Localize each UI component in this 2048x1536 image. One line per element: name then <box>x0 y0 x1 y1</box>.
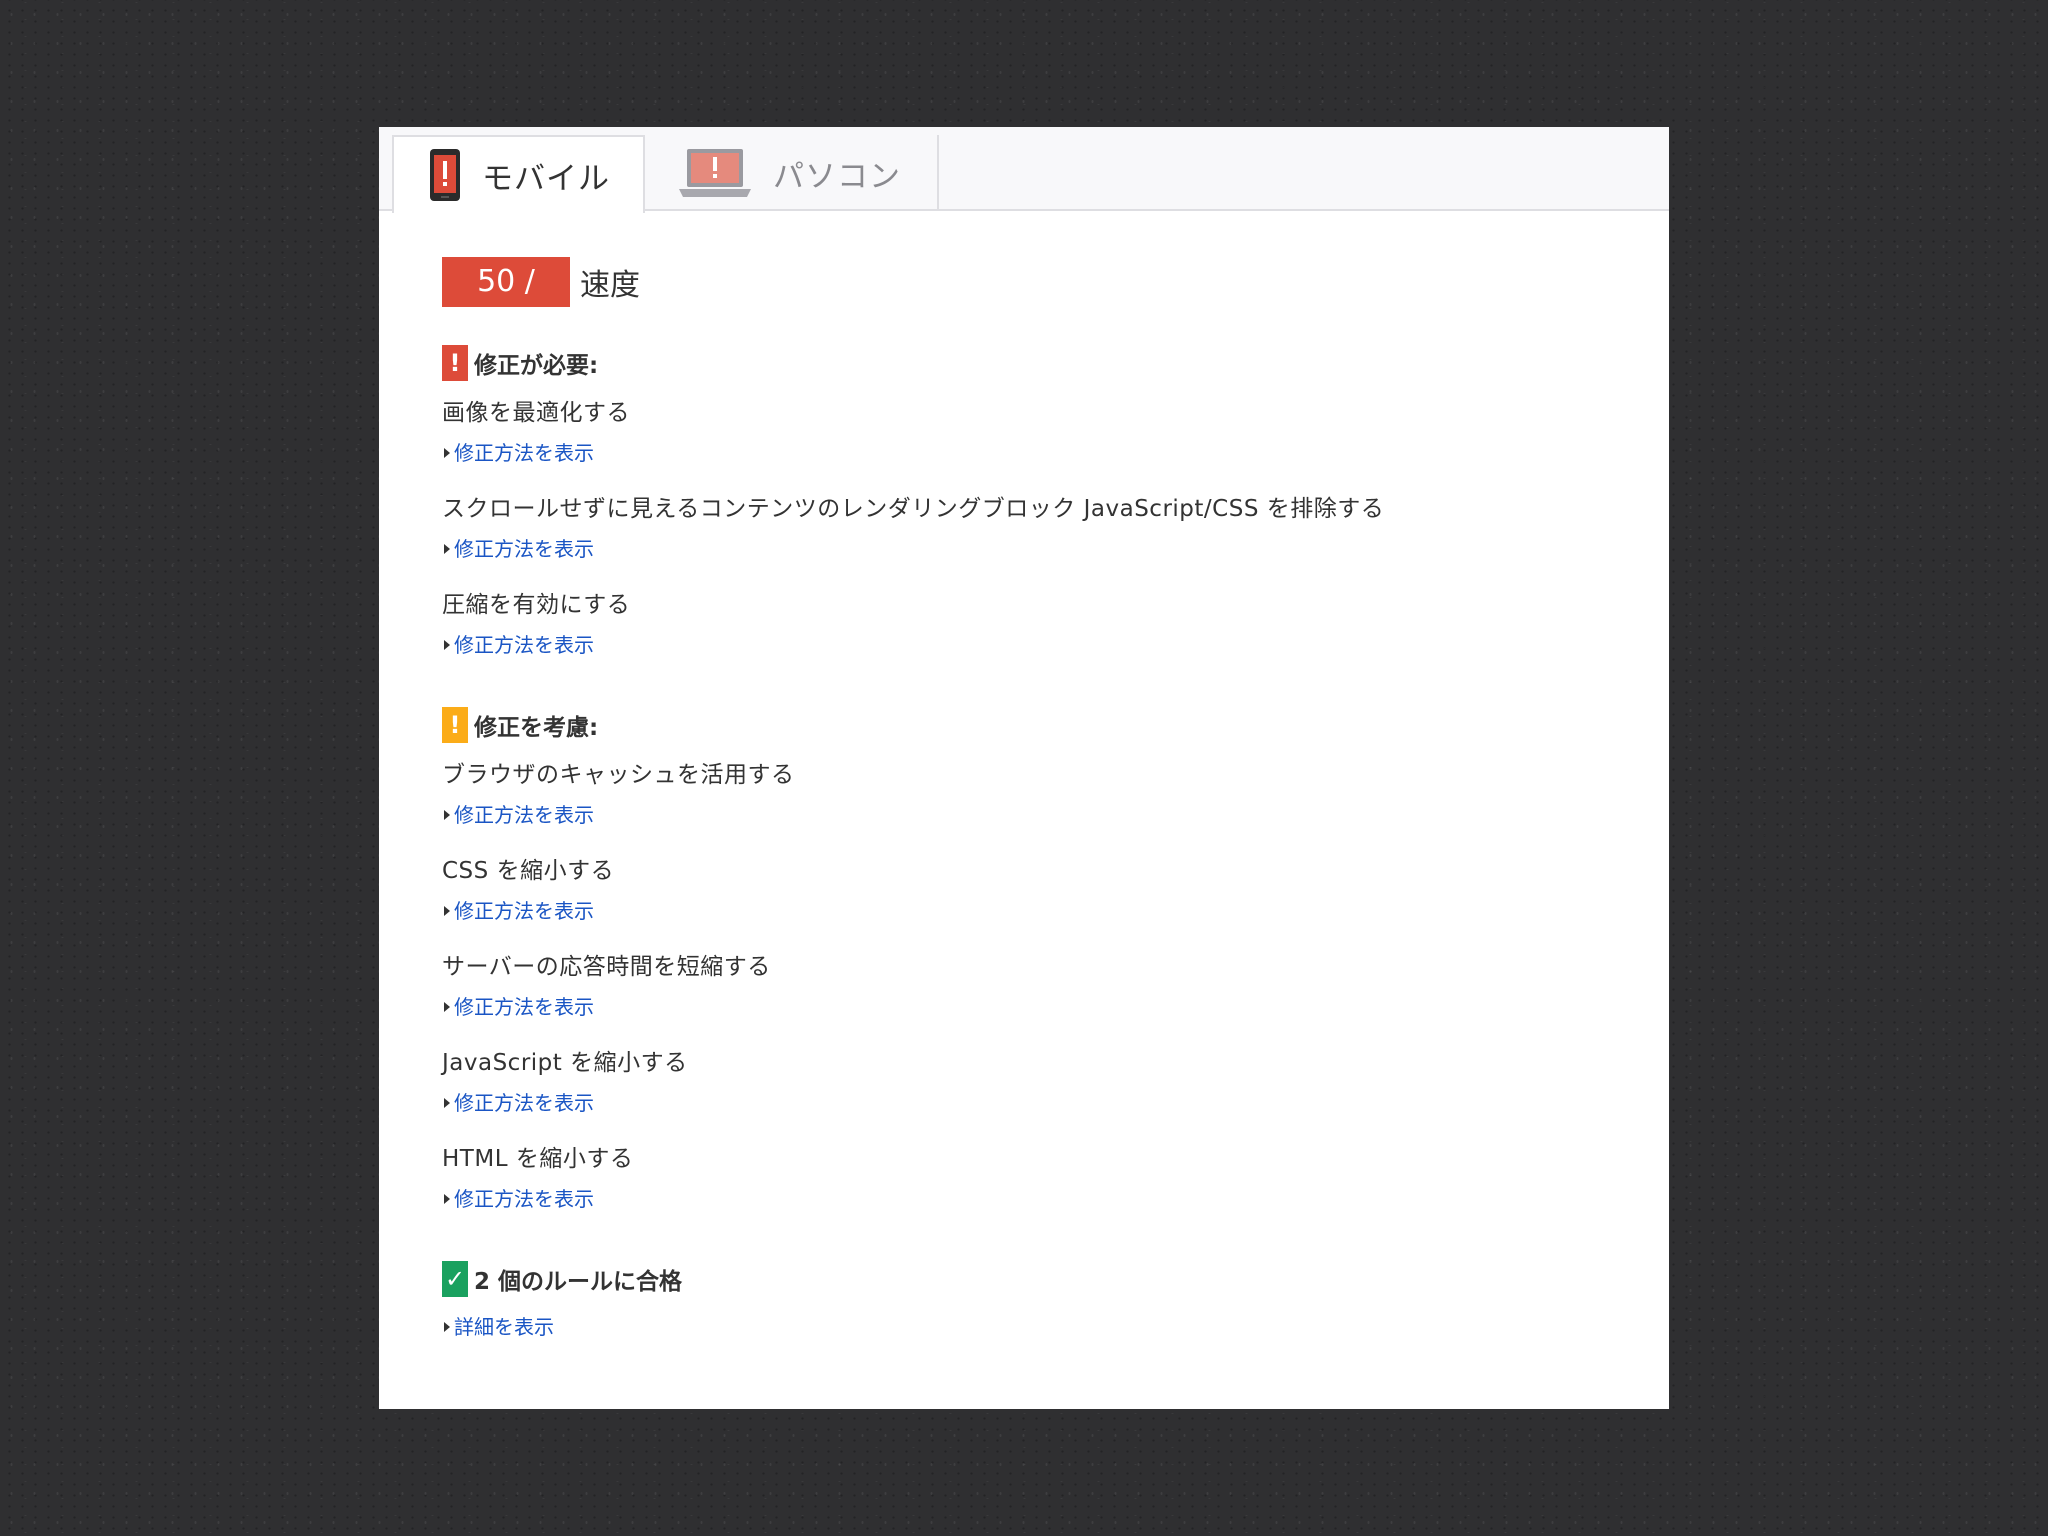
rule-item: スクロールせずに見えるコンテンツのレンダリングブロック JavaScript/C… <box>442 495 1629 561</box>
rule-title: サーバーの応答時間を短縮する <box>442 954 771 980</box>
rule-item: JavaScript を縮小する 修正方法を表示 <box>442 1049 1629 1115</box>
show-fix-link-label: 修正方法を表示 <box>454 995 594 1019</box>
laptop-warning-icon <box>679 149 751 197</box>
expand-triangle-icon <box>444 810 450 820</box>
rule-title: 圧縮を有効にする <box>442 592 631 618</box>
show-fix-link[interactable]: 修正方法を表示 <box>442 633 1629 657</box>
show-fix-link[interactable]: 修正方法を表示 <box>442 803 1629 827</box>
section-consider-header: ! 修正を考慮: <box>442 707 1629 743</box>
expand-triangle-icon <box>444 906 450 916</box>
show-details-link[interactable]: 詳細を表示 <box>442 1315 1629 1339</box>
rule-item: ブラウザのキャッシュを活用する 修正方法を表示 <box>442 761 1629 827</box>
score-badge: 50 / 100 <box>442 257 570 349</box>
rule-item: CSS を縮小する 修正方法を表示 <box>442 857 1629 923</box>
expand-triangle-icon <box>444 1098 450 1108</box>
show-fix-link[interactable]: 修正方法を表示 <box>442 995 1629 1019</box>
check-icon: ✓ <box>442 1261 468 1297</box>
show-fix-link-label: 修正方法を表示 <box>454 1187 594 1211</box>
orange-warning-icon: ! <box>442 707 468 743</box>
speed-score: 50 / 100 速度 <box>442 257 1629 349</box>
show-fix-link[interactable]: 修正方法を表示 <box>442 899 1629 923</box>
device-tab-bar: モバイル パソコン <box>379 127 1669 213</box>
results-content: 50 / 100 速度 ! 修正が必要: 画像を最適化する 修正方法を表示 スク… <box>442 257 1629 1339</box>
section-passed-header: ✓ 2 個のルールに合格 <box>442 1261 1629 1297</box>
section-passed-title: 2 個のルールに合格 <box>474 1269 683 1295</box>
rule-title: CSS を縮小する <box>442 858 615 884</box>
show-fix-link-label: 修正方法を表示 <box>454 441 594 465</box>
tab-desktop[interactable]: パソコン <box>645 135 939 211</box>
show-fix-link-label: 修正方法を表示 <box>454 1091 594 1115</box>
rule-title: HTML を縮小する <box>442 1146 634 1172</box>
rule-item: サーバーの応答時間を短縮する 修正方法を表示 <box>442 953 1629 1019</box>
pagespeed-panel: モバイル パソコン 50 / 100 速度 ! 修正が必要: 画像を最適化する <box>379 127 1669 1409</box>
show-fix-link-label: 修正方法を表示 <box>454 899 594 923</box>
rule-item: 画像を最適化する 修正方法を表示 <box>442 399 1629 465</box>
expand-triangle-icon <box>444 448 450 458</box>
section-must-fix-title: 修正が必要: <box>474 353 599 379</box>
tab-mobile-label: モバイル <box>482 160 610 197</box>
expand-triangle-icon <box>444 1194 450 1204</box>
section-consider-title: 修正を考慮: <box>474 715 599 741</box>
show-fix-link-label: 修正方法を表示 <box>454 537 594 561</box>
show-fix-link[interactable]: 修正方法を表示 <box>442 441 1629 465</box>
rule-item: HTML を縮小する 修正方法を表示 <box>442 1145 1629 1211</box>
tab-desktop-label: パソコン <box>773 158 901 195</box>
expand-triangle-icon <box>444 544 450 554</box>
show-fix-link[interactable]: 修正方法を表示 <box>442 1091 1629 1115</box>
rule-title: 画像を最適化する <box>442 400 630 426</box>
show-fix-link[interactable]: 修正方法を表示 <box>442 1187 1629 1211</box>
show-details-link-label: 詳細を表示 <box>454 1315 554 1339</box>
rule-title: ブラウザのキャッシュを活用する <box>442 762 795 788</box>
expand-triangle-icon <box>444 1002 450 1012</box>
rule-title: JavaScript を縮小する <box>442 1050 688 1076</box>
rule-title: スクロールせずに見えるコンテンツのレンダリングブロック JavaScript/C… <box>442 496 1385 522</box>
score-label: 速度 <box>580 268 640 303</box>
show-fix-link-label: 修正方法を表示 <box>454 633 594 657</box>
expand-triangle-icon <box>444 1322 450 1332</box>
phone-warning-icon <box>430 149 460 201</box>
red-warning-icon: ! <box>442 345 468 381</box>
rule-item: 圧縮を有効にする 修正方法を表示 <box>442 591 1629 657</box>
expand-triangle-icon <box>444 640 450 650</box>
tab-mobile[interactable]: モバイル <box>392 135 645 213</box>
show-fix-link[interactable]: 修正方法を表示 <box>442 537 1629 561</box>
show-fix-link-label: 修正方法を表示 <box>454 803 594 827</box>
section-must-fix-header: ! 修正が必要: <box>442 345 1629 381</box>
